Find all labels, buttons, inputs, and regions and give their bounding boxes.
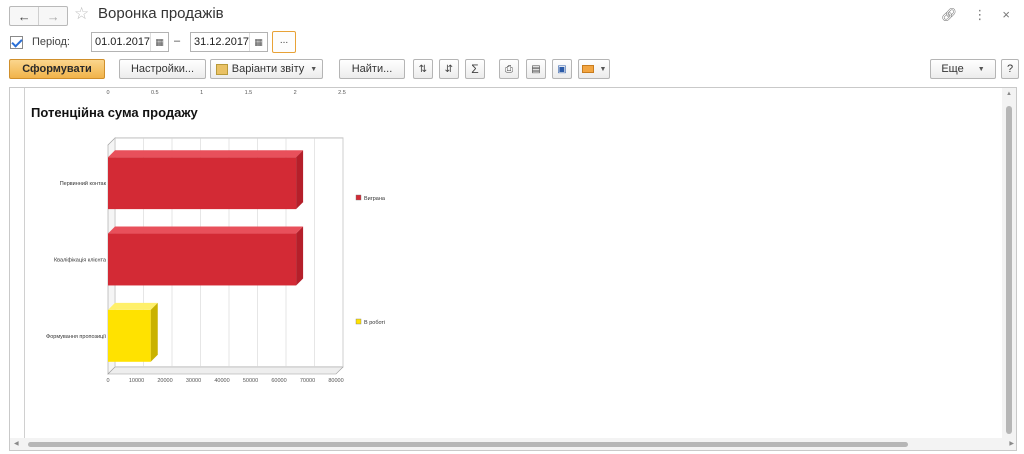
sort-descending-icon[interactable]: ⇵ (439, 59, 459, 79)
period-row: Період: 01.01.2017 ▦ – 31.12.2017 ▦ ... (0, 30, 1024, 56)
period-separator: – (174, 35, 181, 47)
bar-side-face (150, 302, 158, 362)
scroll-right-icon[interactable]: ▶ (1009, 440, 1014, 447)
report-toolbar: Сформувати Настройки... Варіанти звіту ▼… (0, 58, 1024, 82)
period-select-button[interactable]: ... (272, 31, 296, 53)
bar-top-face (108, 302, 158, 310)
sum-icon[interactable]: Σ (465, 59, 485, 79)
settings-button[interactable]: Настройки... (119, 59, 206, 79)
bar (108, 233, 297, 286)
find-button[interactable]: Найти... (339, 59, 405, 79)
chart-title: Потенційна сума продажу (31, 105, 198, 120)
report-area: 0 0.5 1 1.5 2 2.5 0 10000 20000 30000 40000 50000 60… (9, 87, 1017, 451)
scroll-up-icon[interactable]: ▲ (1006, 91, 1012, 97)
window-title: Воронка продажів (98, 5, 224, 22)
period-end-value: 31.12.2017 (194, 36, 250, 48)
dropdown-caret-icon: ▼ (599, 65, 607, 73)
print-icon[interactable]: ⎙ (499, 59, 519, 79)
mail-icon (581, 65, 594, 73)
bar-top-face (108, 226, 304, 234)
x-axis-tick-label: 0 (106, 378, 109, 384)
vertical-scroll-thumb[interactable] (1006, 106, 1012, 434)
x-axis-tick-label: 20000 (157, 378, 172, 384)
period-end-input[interactable]: 31.12.2017 ▦ (190, 32, 268, 52)
bar (108, 309, 151, 362)
category-label: Формування пропозиції (46, 334, 106, 340)
title-bar: ← → ☆ Воронка продажів 🔗︎ ⋮ × (0, 0, 1024, 30)
x-axis-tick-label: 10000 (129, 378, 144, 384)
navigation-buttons: ← → (9, 6, 68, 26)
link-icon[interactable]: 🔗︎ (941, 7, 958, 23)
chart-floor (107, 366, 344, 375)
bar (108, 157, 297, 210)
calendar-icon[interactable]: ▦ (249, 33, 267, 51)
help-button-label: ? (1006, 63, 1014, 75)
settings-button-label: Настройки... (130, 63, 195, 75)
report-variants-icon (215, 63, 228, 75)
chart-canvas: 0 0.5 1 1.5 2 2.5 0 10000 20000 30000 40000 50000 60… (46, 90, 386, 384)
period-checkbox[interactable] (10, 36, 23, 49)
mail-button[interactable]: ▼ (578, 59, 610, 79)
legend-label: В роботі (364, 320, 385, 326)
vertical-scrollbar[interactable]: ▲ (1002, 88, 1016, 438)
more-button-label: Еще (941, 63, 964, 75)
sort-ascending-icon[interactable]: ⇅ (413, 59, 433, 79)
back-arrow-icon[interactable]: ← (10, 7, 38, 25)
more-button[interactable]: Еще ▼ (930, 59, 996, 79)
x-axis-tick-label: 80000 (328, 378, 343, 384)
period-start-value: 01.01.2017 (95, 36, 151, 48)
period-label: Період: (32, 36, 70, 48)
print-preview-icon[interactable]: ▤ (526, 59, 546, 79)
dropdown-caret-icon: ▼ (310, 65, 318, 73)
save-icon[interactable]: ▣ (552, 59, 572, 79)
category-label: Кваліфікація клієнта (54, 258, 107, 264)
bar-side-face (296, 226, 304, 286)
x-axis-tick-label: 30000 (186, 378, 201, 384)
star-icon[interactable]: ☆ (74, 4, 89, 24)
top-axis-tick-label: 2 (294, 90, 297, 96)
dropdown-caret-icon: ▼ (977, 65, 985, 73)
legend-swatch (355, 318, 362, 325)
x-axis-tick-label: 70000 (300, 378, 315, 384)
window-controls: 🔗︎ ⋮ × (941, 7, 1010, 23)
legend-swatch (355, 194, 362, 201)
category-label: Первинний контак (60, 180, 107, 187)
top-axis-tick-label: 0 (106, 90, 109, 96)
more-vertical-icon[interactable]: ⋮ (973, 7, 986, 23)
generate-button[interactable]: Сформувати (9, 59, 105, 79)
help-button[interactable]: ? (1001, 59, 1019, 79)
x-axis-tick-label: 60000 (271, 378, 286, 384)
top-axis-tick-label: 1.5 (245, 90, 253, 96)
legend-label: Виграна (364, 196, 386, 202)
x-axis-tick-label: 40000 (214, 378, 229, 384)
top-axis-tick-label: 0.5 (151, 90, 159, 96)
bar-top-face (108, 150, 304, 158)
report-variants-label: Варіанти звіту (231, 63, 305, 75)
horizontal-scroll-thumb[interactable] (28, 442, 908, 447)
horizontal-scrollbar[interactable]: ◀ ▶ (10, 438, 1016, 450)
bar-side-face (296, 150, 304, 210)
calendar-icon[interactable]: ▦ (150, 33, 168, 51)
top-axis-tick-label: 1 (200, 90, 203, 96)
close-icon[interactable]: × (1002, 7, 1010, 23)
forward-arrow-icon[interactable]: → (38, 7, 67, 25)
scroll-left-icon[interactable]: ◀ (14, 440, 19, 447)
top-axis-tick-label: 2.5 (338, 90, 346, 96)
period-start-input[interactable]: 01.01.2017 ▦ (91, 32, 169, 52)
generate-button-label: Сформувати (22, 63, 92, 75)
report-variants-button[interactable]: Варіанти звіту ▼ (210, 59, 323, 79)
find-button-label: Найти... (351, 63, 393, 75)
x-axis-tick-label: 50000 (243, 378, 258, 384)
